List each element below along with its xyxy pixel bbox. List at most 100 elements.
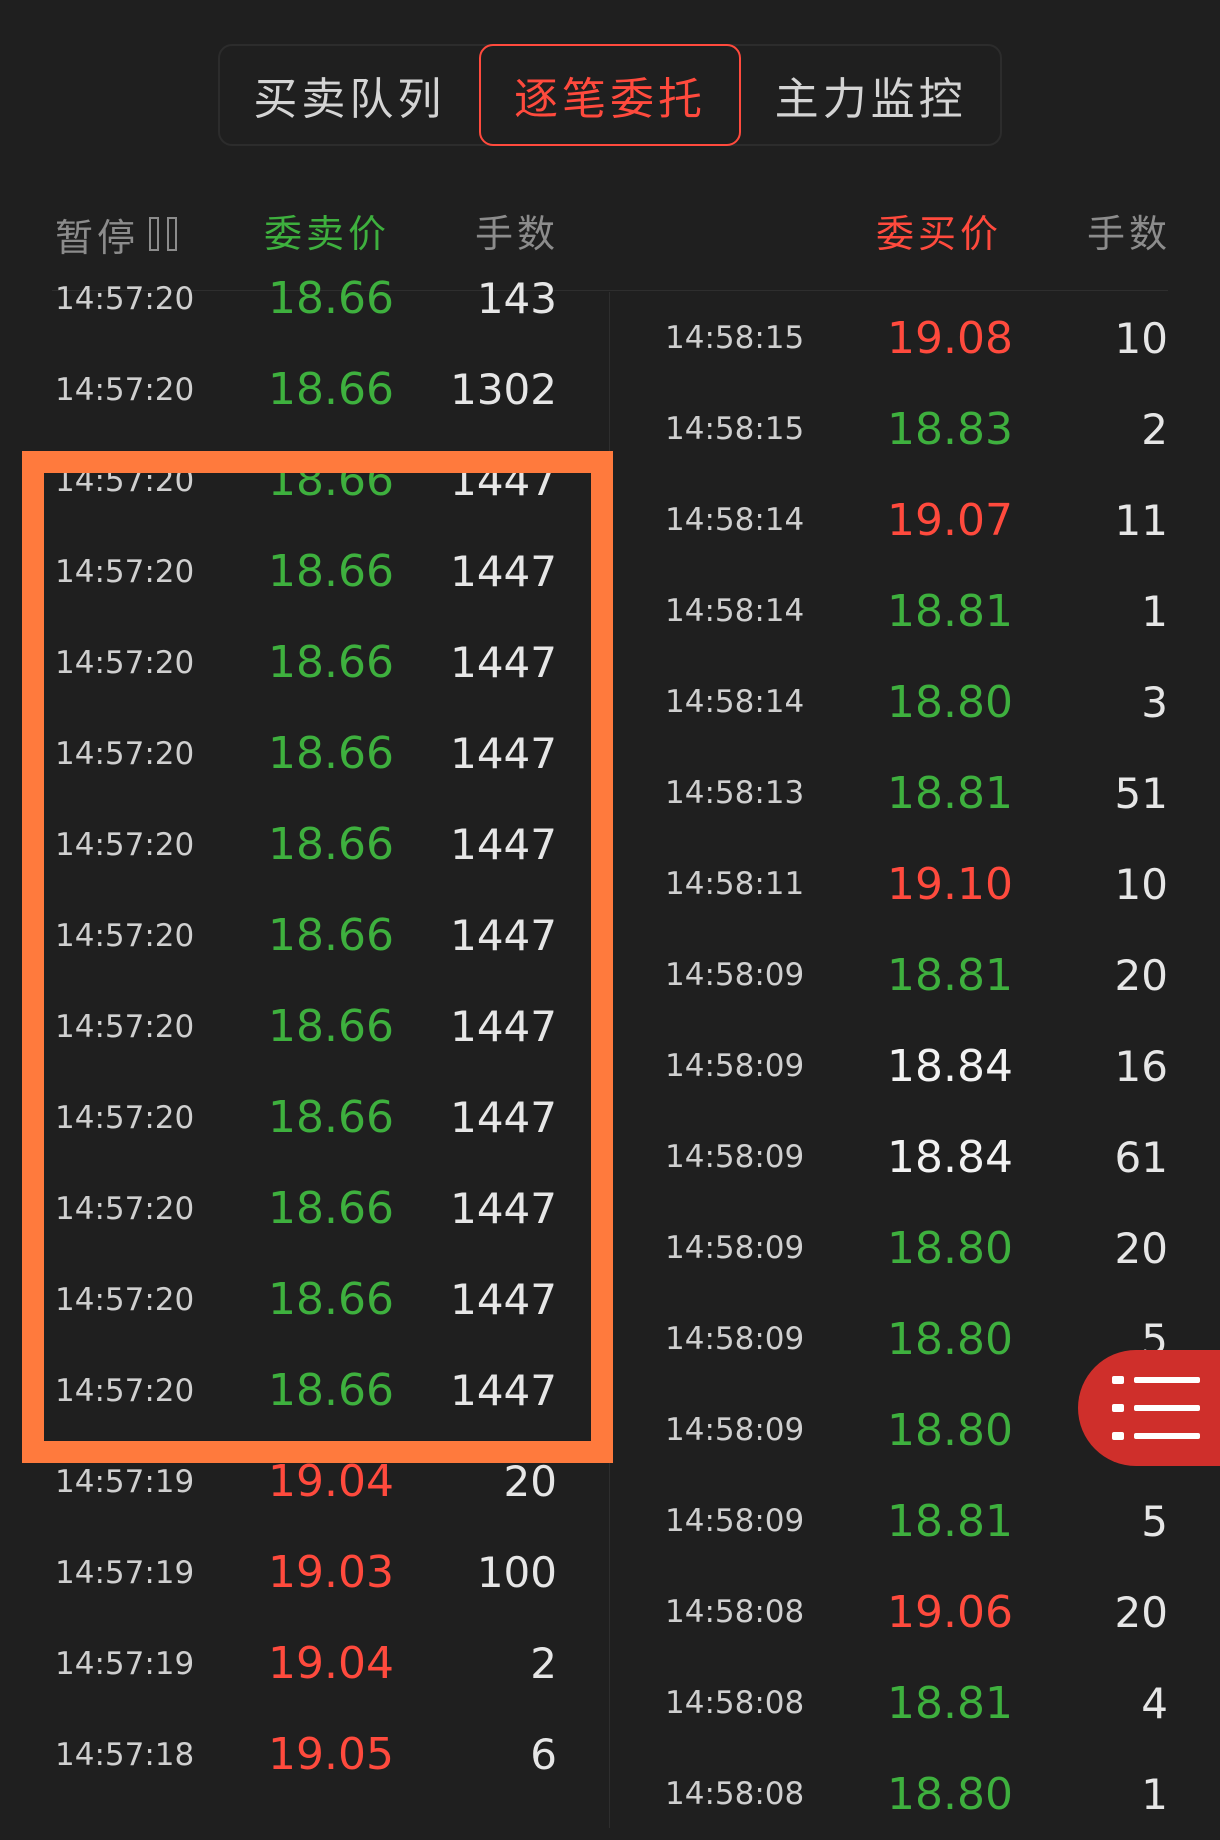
buy-row: 14:58:14 18.81 1 xyxy=(610,566,1220,657)
sell-price: 19.03 xyxy=(268,1547,394,1598)
buy-quantity: 3 xyxy=(1141,678,1168,727)
sell-time: 14:57:20 xyxy=(55,918,195,954)
sell-order-list[interactable]: 14:57:20 18.66 143 14:57:20 18.66 1302 14:57:2… xyxy=(0,268,609,1815)
sell-quantity: 1447 xyxy=(450,638,557,687)
buy-time: 14:58:09 xyxy=(665,1048,805,1084)
sell-price: 18.66 xyxy=(268,1092,394,1143)
buy-price: 18.80 xyxy=(887,1223,1013,1274)
buy-price: 19.07 xyxy=(887,495,1013,546)
tab-order-by-order[interactable]: 逐笔委托 xyxy=(478,44,742,146)
sell-price: 19.04 xyxy=(268,1638,394,1689)
sell-time: 14:57:19 xyxy=(55,1464,195,1500)
buy-quantity: 20 xyxy=(1114,1588,1168,1637)
sell-price-header: 委卖价 xyxy=(264,212,391,256)
buy-price: 18.84 xyxy=(887,1132,1013,1183)
sell-price: 18.66 xyxy=(268,364,394,415)
sell-quantity: 1447 xyxy=(450,1093,557,1142)
sell-row: 14:57:20 18.66 1447 xyxy=(0,1360,609,1451)
buy-time: 14:58:14 xyxy=(665,593,805,629)
buy-time: 14:58:15 xyxy=(665,411,805,447)
buy-price: 18.84 xyxy=(887,1041,1013,1092)
sell-time: 14:57:18 xyxy=(55,1737,195,1773)
sell-time: 14:57:20 xyxy=(55,1009,195,1045)
tab-main-force-monitor[interactable]: 主力监控 xyxy=(741,46,1000,144)
buy-time: 14:58:09 xyxy=(665,1503,805,1539)
sell-quantity: 6 xyxy=(530,1730,557,1779)
pause-button[interactable]: 暂停 xyxy=(55,206,178,262)
tab-buy-sell-queue[interactable]: 买卖队列 xyxy=(220,46,479,144)
buy-order-list[interactable]: 14:58:15 19.08 10 14:58:15 18.83 2 14:58:14 19.… xyxy=(610,293,1220,1840)
menu-fab-button[interactable] xyxy=(1078,1350,1220,1466)
sell-row: 14:57:20 18.66 1447 xyxy=(0,450,609,541)
buy-quantity: 10 xyxy=(1114,860,1168,909)
sell-quantity: 20 xyxy=(503,1457,557,1506)
buy-time: 14:58:09 xyxy=(665,1230,805,1266)
sell-time: 14:57:20 xyxy=(55,372,195,408)
sell-time: 14:57:19 xyxy=(55,1646,195,1682)
sell-price: 18.66 xyxy=(268,637,394,688)
buy-price: 18.80 xyxy=(887,1405,1013,1456)
buy-row: 14:58:15 18.83 2 xyxy=(610,384,1220,475)
sell-time: 14:57:20 xyxy=(55,1100,195,1136)
sell-price: 18.66 xyxy=(268,1183,394,1234)
sell-price: 18.66 xyxy=(268,1274,394,1325)
buy-quantity: 10 xyxy=(1114,314,1168,363)
sell-quantity: 1447 xyxy=(450,547,557,596)
buy-price: 18.80 xyxy=(887,1314,1013,1365)
buy-time: 14:58:13 xyxy=(665,775,805,811)
sell-row: 14:57:20 18.66 1447 xyxy=(0,814,609,905)
buy-quantity: 2 xyxy=(1141,405,1168,454)
buy-row: 14:58:09 18.84 16 xyxy=(610,1021,1220,1112)
sell-time: 14:57:20 xyxy=(55,1373,195,1409)
buy-row: 14:58:11 19.10 10 xyxy=(610,839,1220,930)
sell-quantity: 143 xyxy=(476,274,557,323)
buy-row: 14:58:15 19.08 10 xyxy=(610,293,1220,384)
sell-time: 14:57:20 xyxy=(55,1191,195,1227)
buy-quantity: 61 xyxy=(1114,1133,1168,1182)
sell-quantity: 1447 xyxy=(450,456,557,505)
buy-price: 18.80 xyxy=(887,677,1013,728)
buy-row: 14:58:14 18.80 3 xyxy=(610,657,1220,748)
buy-quantity: 20 xyxy=(1114,951,1168,1000)
buy-quantity: 11 xyxy=(1114,496,1168,545)
buy-time: 14:58:09 xyxy=(665,1139,805,1175)
pause-icon xyxy=(149,217,178,251)
sell-row: 14:57:20 18.66 1447 xyxy=(0,1269,609,1360)
buy-quantity: 51 xyxy=(1114,769,1168,818)
sell-row: 14:57:19 19.04 20 xyxy=(0,1451,609,1542)
buy-price: 19.10 xyxy=(887,859,1013,910)
buy-row: 14:58:09 18.80 20 xyxy=(610,1203,1220,1294)
sell-time: 14:57:20 xyxy=(55,554,195,590)
sell-time: 14:57:20 xyxy=(55,1282,195,1318)
sell-row: 14:57:19 19.04 2 xyxy=(0,1633,609,1724)
buy-time: 14:58:08 xyxy=(665,1776,805,1812)
sell-time: 14:57:20 xyxy=(55,827,195,863)
sell-time: 14:57:19 xyxy=(55,1555,195,1591)
buy-price: 19.06 xyxy=(887,1587,1013,1638)
buy-quantity: 20 xyxy=(1114,1224,1168,1273)
sell-time: 14:57:20 xyxy=(55,645,195,681)
buy-price: 18.81 xyxy=(887,1496,1013,1547)
buy-quantity: 16 xyxy=(1114,1042,1168,1091)
buy-row: 14:58:09 18.81 20 xyxy=(610,930,1220,1021)
sell-quantity: 1447 xyxy=(450,1184,557,1233)
sell-price: 18.66 xyxy=(268,819,394,870)
buy-time: 14:58:15 xyxy=(665,320,805,356)
buy-row: 14:58:09 18.84 61 xyxy=(610,1112,1220,1203)
sell-time: 14:57:20 xyxy=(55,463,195,499)
buy-row: 14:58:08 18.80 1 xyxy=(610,1749,1220,1840)
sell-row: 14:57:20 18.66 1447 xyxy=(0,1178,609,1269)
sell-row: 14:57:20 18.66 1447 xyxy=(0,632,609,723)
buy-row: 14:58:14 19.07 11 xyxy=(610,475,1220,566)
buy-quantity: 4 xyxy=(1141,1679,1168,1728)
tab-bar: 买卖队列 逐笔委托 主力监控 xyxy=(218,44,1002,146)
sell-row: 14:57:20 18.66 1447 xyxy=(0,1087,609,1178)
sell-price: 18.66 xyxy=(268,455,394,506)
sell-quantity: 1447 xyxy=(450,729,557,778)
buy-price: 19.08 xyxy=(887,313,1013,364)
sell-price: 19.04 xyxy=(268,1456,394,1507)
buy-quantity: 1 xyxy=(1141,1770,1168,1819)
sell-time: 14:57:20 xyxy=(55,281,195,317)
sell-row: 14:57:20 18.66 1447 xyxy=(0,905,609,996)
sell-row: 14:57:20 18.66 1447 xyxy=(0,723,609,814)
